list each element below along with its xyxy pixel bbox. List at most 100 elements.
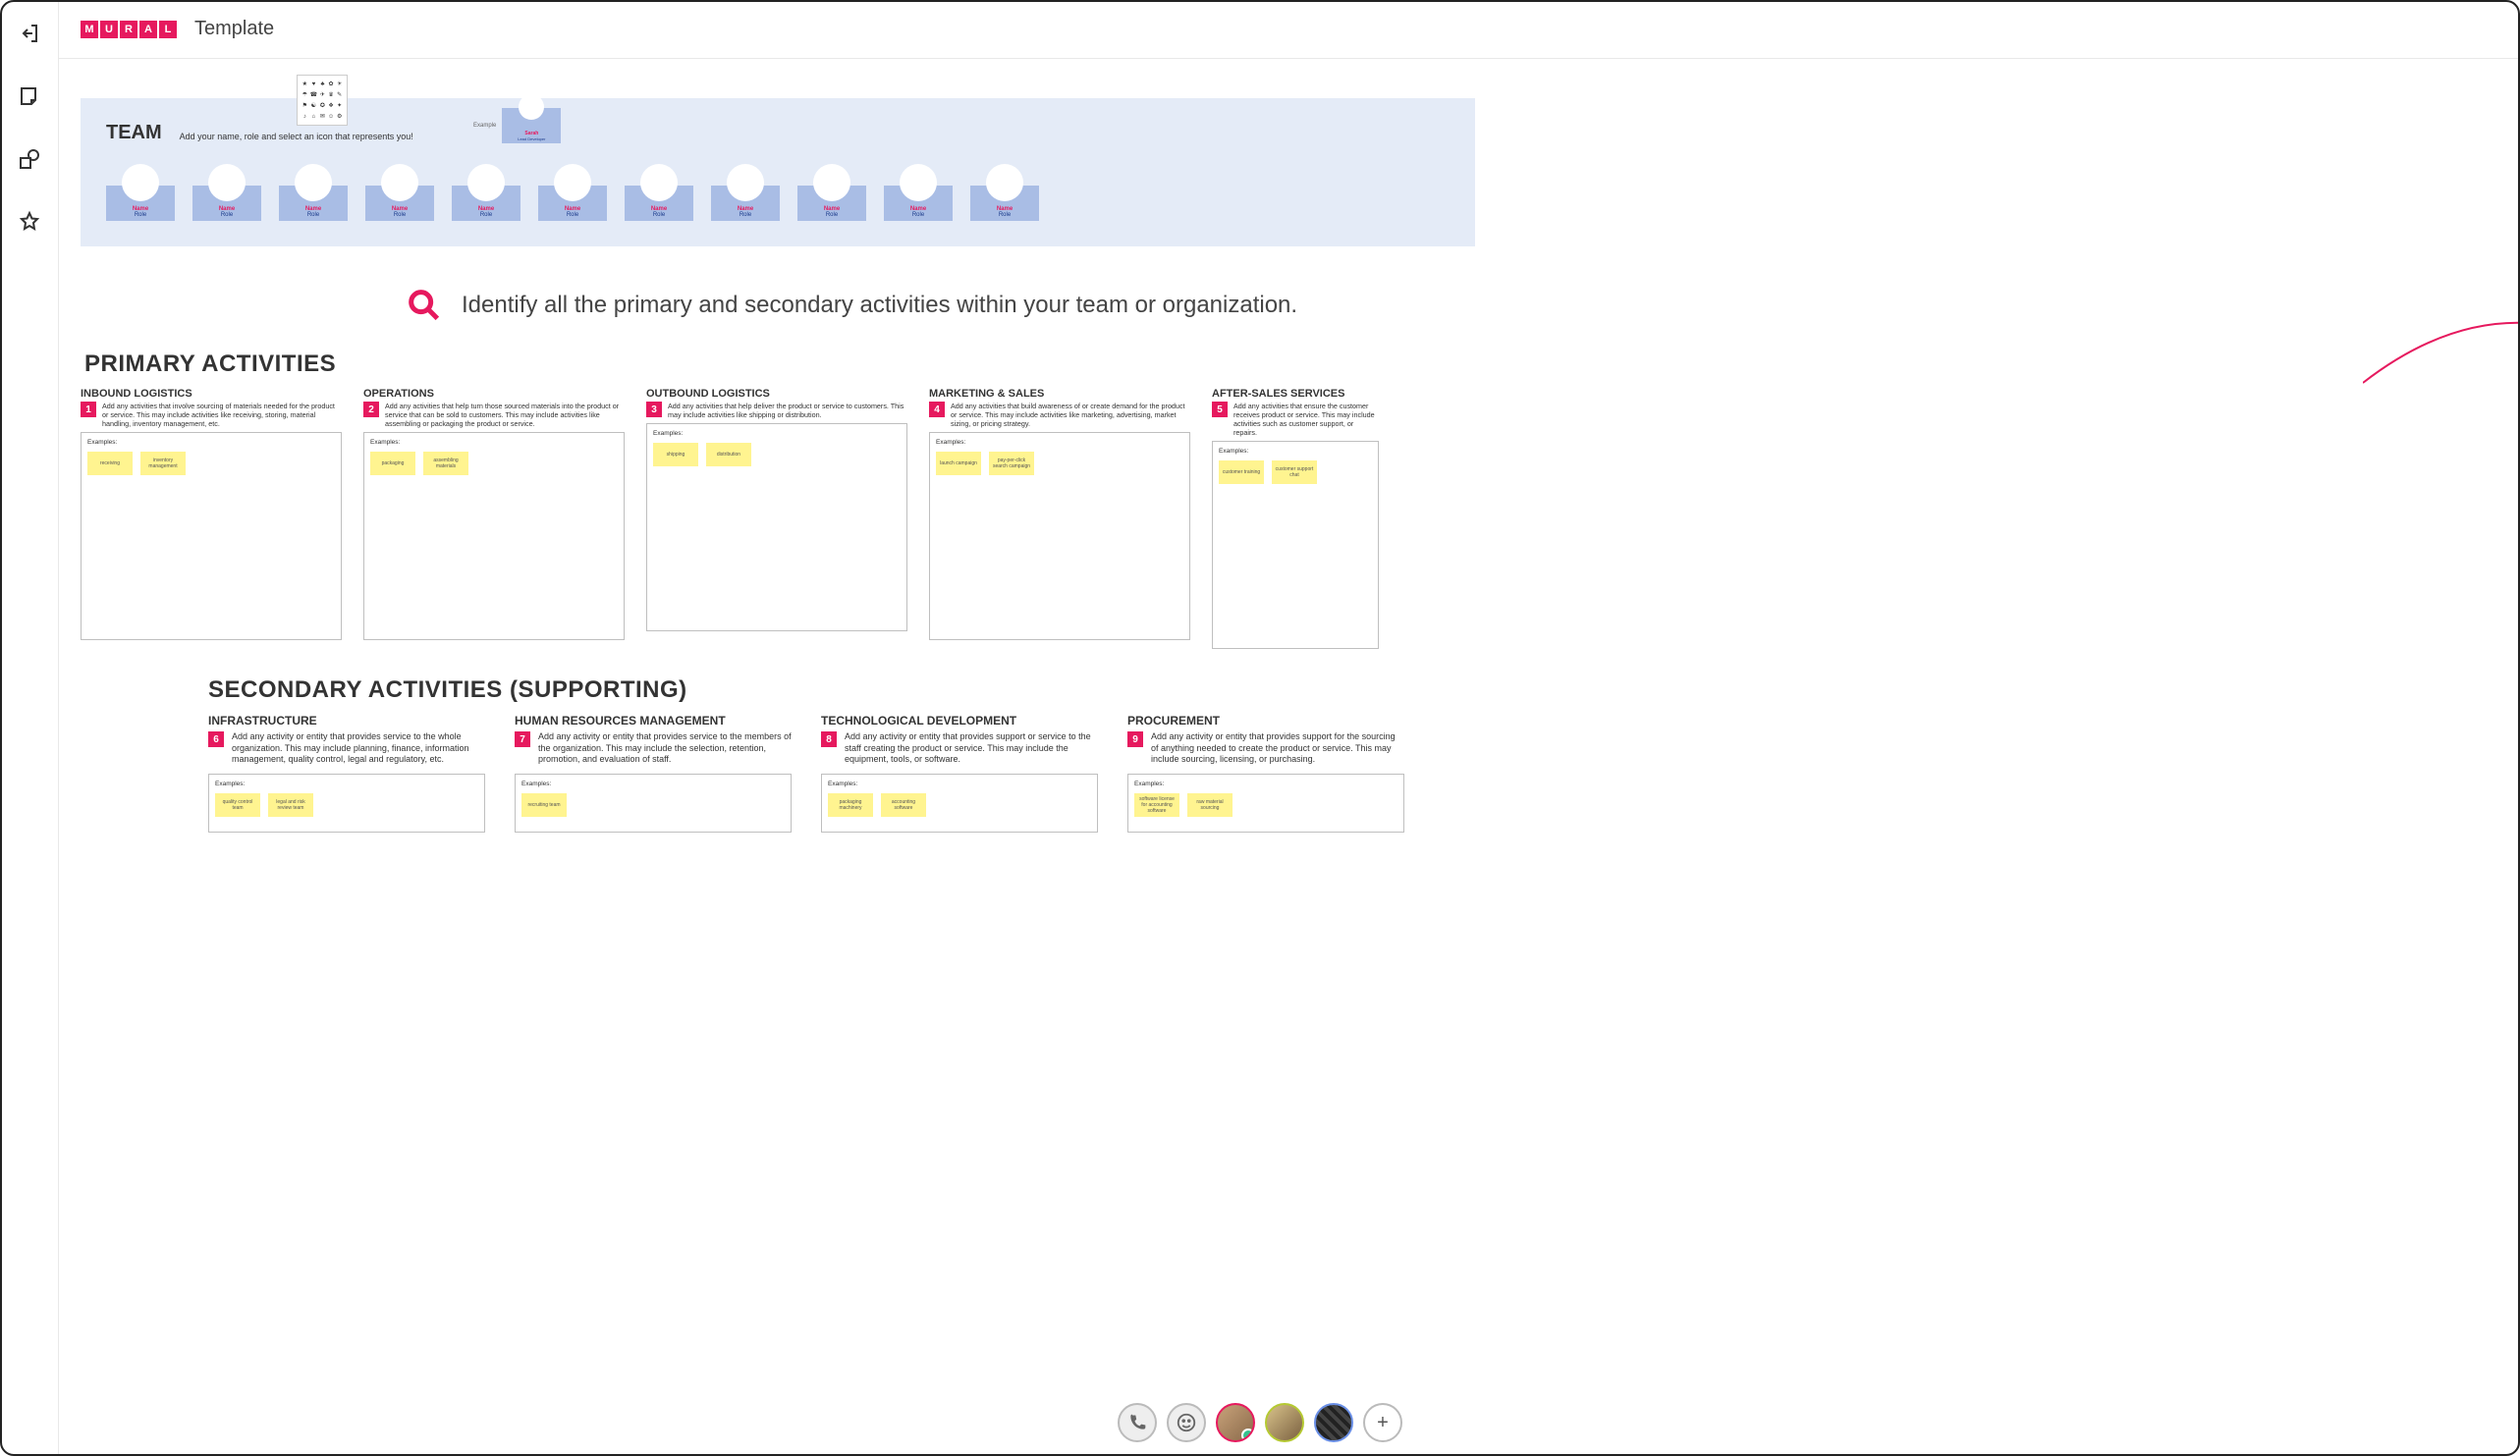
sticky-note[interactable]: legal and risk review team [268, 793, 313, 817]
team-slot[interactable]: NameRole [538, 186, 607, 221]
avatar-3[interactable] [1314, 1403, 1353, 1442]
collaborator-dock: + [1118, 1403, 1402, 1442]
sticky-note[interactable]: recruiting team [521, 793, 567, 817]
team-slot[interactable]: NameRole [365, 186, 434, 221]
primary-box-title: OUTBOUND LOGISTICS [646, 388, 907, 400]
primary-box-title: AFTER-SALES SERVICES [1212, 388, 1379, 400]
step-number: 4 [929, 402, 945, 417]
primary-box[interactable]: OPERATIONS 2 Add any activities that help … [363, 388, 625, 649]
secondary-box-desc: Add any activity or entity that provides… [232, 731, 485, 766]
step-number: 8 [821, 731, 837, 747]
sticky-note[interactable]: shipping [653, 443, 698, 466]
primary-activities-title: PRIMARY ACTIVITIES [84, 351, 1475, 378]
secondary-box-body[interactable]: Examples:software license for accounting… [1127, 774, 1404, 833]
secondary-activities-title: SECONDARY ACTIVITIES (SUPPORTING) [208, 676, 1475, 704]
primary-box-title: OPERATIONS [363, 388, 625, 400]
secondary-box-body[interactable]: Examples:packaging machineryaccounting s… [821, 774, 1098, 833]
topbar: M U R A L Template [59, 0, 2520, 59]
sticky-note[interactable]: customer training [1219, 460, 1264, 484]
phone-icon[interactable] [1118, 1403, 1157, 1442]
secondary-box-title: TECHNOLOGICAL DEVELOPMENT [821, 714, 1098, 728]
step-number: 7 [515, 731, 530, 747]
team-slot[interactable]: NameRole [625, 186, 693, 221]
sticky-note[interactable]: pay-per-click search campaign [989, 452, 1034, 475]
sticky-note[interactable]: distribution [706, 443, 751, 466]
primary-box-desc: Add any activities that help turn those … [385, 402, 625, 428]
step-number: 1 [81, 402, 96, 417]
sticky-note[interactable]: assembling materials [423, 452, 468, 475]
sticky-note[interactable]: raw material sourcing [1187, 793, 1233, 817]
mural-logo: M U R A L [81, 21, 177, 38]
sticky-note[interactable]: accounting software [881, 793, 926, 817]
team-slot[interactable]: NameRole [452, 186, 520, 221]
identify-heading: Identify all the primary and secondary a… [405, 286, 1475, 325]
secondary-box-desc: Add any activity or entity that provides… [845, 731, 1098, 766]
team-slot[interactable]: NameRole [192, 186, 261, 221]
sticky-note[interactable]: packaging machinery [828, 793, 873, 817]
secondary-box-title: INFRASTRUCTURE [208, 714, 485, 728]
secondary-box-desc: Add any activity or entity that provides… [1151, 731, 1404, 766]
team-slot[interactable]: NameRole [884, 186, 953, 221]
sticky-note[interactable]: packaging [370, 452, 415, 475]
team-slot[interactable]: NameRole [711, 186, 780, 221]
secondary-box[interactable]: PROCUREMENT 9 Add any activity or entity t… [1127, 714, 1404, 833]
example-card[interactable]: Sarah Lead Developer [502, 108, 561, 143]
decorative-curve [2363, 314, 2520, 393]
exit-icon[interactable] [14, 18, 45, 49]
canvas[interactable]: ★♥♣✿☀ ☂☎✈♛✎ ⚑☯✪❖✦ ♪⌂✉☺⚙ TEAM Add your na… [59, 59, 2520, 1456]
step-number: 5 [1212, 402, 1228, 417]
emoji-icon[interactable] [1167, 1403, 1206, 1442]
primary-box-title: INBOUND LOGISTICS [81, 388, 342, 400]
sticky-note-icon[interactable] [14, 81, 45, 112]
secondary-box-body[interactable]: Examples:recruiting team [515, 774, 792, 833]
team-slot[interactable]: NameRole [279, 186, 348, 221]
avatar-2[interactable] [1265, 1403, 1304, 1442]
team-slot[interactable]: NameRole [970, 186, 1039, 221]
primary-box-desc: Add any activities that involve sourcing… [102, 402, 342, 428]
sticky-note[interactable]: customer support chat [1272, 460, 1317, 484]
team-title: TEAM [106, 122, 162, 144]
team-section[interactable]: ★♥♣✿☀ ☂☎✈♛✎ ⚑☯✪❖✦ ♪⌂✉☺⚙ TEAM Add your na… [81, 98, 1475, 246]
sticky-note[interactable]: inventory management [140, 452, 186, 475]
primary-box-body[interactable]: Examples:receivinginventory management [81, 432, 342, 640]
sticky-note[interactable]: software license for accounting software [1134, 793, 1179, 817]
team-slot[interactable]: NameRole [106, 186, 175, 221]
sticky-note[interactable]: launch campaign [936, 452, 981, 475]
secondary-row: INFRASTRUCTURE 6 Add any activity or entit… [208, 714, 1475, 833]
secondary-box[interactable]: HUMAN RESOURCES MANAGEMENT 7 Add any activ… [515, 714, 792, 833]
secondary-box-body[interactable]: Examples:quality control teamlegal and r… [208, 774, 485, 833]
star-icon[interactable] [14, 206, 45, 238]
left-toolbar [0, 0, 59, 1456]
primary-box-body[interactable]: Examples:launch campaignpay-per-click se… [929, 432, 1190, 640]
icon-palette[interactable]: ★♥♣✿☀ ☂☎✈♛✎ ⚑☯✪❖✦ ♪⌂✉☺⚙ [297, 75, 348, 126]
primary-box[interactable]: OUTBOUND LOGISTICS 3 Add any activities th… [646, 388, 907, 649]
secondary-box[interactable]: INFRASTRUCTURE 6 Add any activity or entit… [208, 714, 485, 833]
primary-box[interactable]: AFTER-SALES SERVICES5Add any activities … [1212, 388, 1379, 649]
avatar-1[interactable] [1216, 1403, 1255, 1442]
primary-box[interactable]: INBOUND LOGISTICS 1 Add any activities tha… [81, 388, 342, 649]
magnifier-icon [405, 286, 444, 325]
step-number: 3 [646, 402, 662, 417]
secondary-box[interactable]: TECHNOLOGICAL DEVELOPMENT 8 Add any activi… [821, 714, 1098, 833]
secondary-box-desc: Add any activity or entity that provides… [538, 731, 792, 766]
step-number: 6 [208, 731, 224, 747]
team-slots-row: NameRole NameRole NameRole NameRole NameRole… [106, 186, 1450, 221]
primary-box-title: MARKETING & SALES [929, 388, 1190, 400]
secondary-box-title: HUMAN RESOURCES MANAGEMENT [515, 714, 792, 728]
step-number: 9 [1127, 731, 1143, 747]
primary-box[interactable]: MARKETING & SALES 4 Add any activities tha… [929, 388, 1190, 649]
mural-title[interactable]: Template [194, 18, 274, 40]
team-subtitle: Add your name, role and select an icon t… [180, 132, 413, 141]
secondary-box-title: PROCUREMENT [1127, 714, 1404, 728]
primary-box-desc: Add any activities that build awareness … [951, 402, 1190, 428]
sticky-note[interactable]: receiving [87, 452, 133, 475]
team-slot[interactable]: NameRole [797, 186, 866, 221]
primary-box-body[interactable]: Examples:customer trainingcustomer suppo… [1212, 441, 1379, 649]
primary-box-body[interactable]: Examples:packagingassembling materials [363, 432, 625, 640]
add-collaborator-button[interactable]: + [1363, 1403, 1402, 1442]
step-number: 2 [363, 402, 379, 417]
shapes-icon[interactable] [14, 143, 45, 175]
sticky-note[interactable]: quality control team [215, 793, 260, 817]
primary-box-desc: Add any activities that help deliver the… [668, 402, 907, 419]
primary-box-body[interactable]: Examples:shippingdistribution [646, 423, 907, 631]
